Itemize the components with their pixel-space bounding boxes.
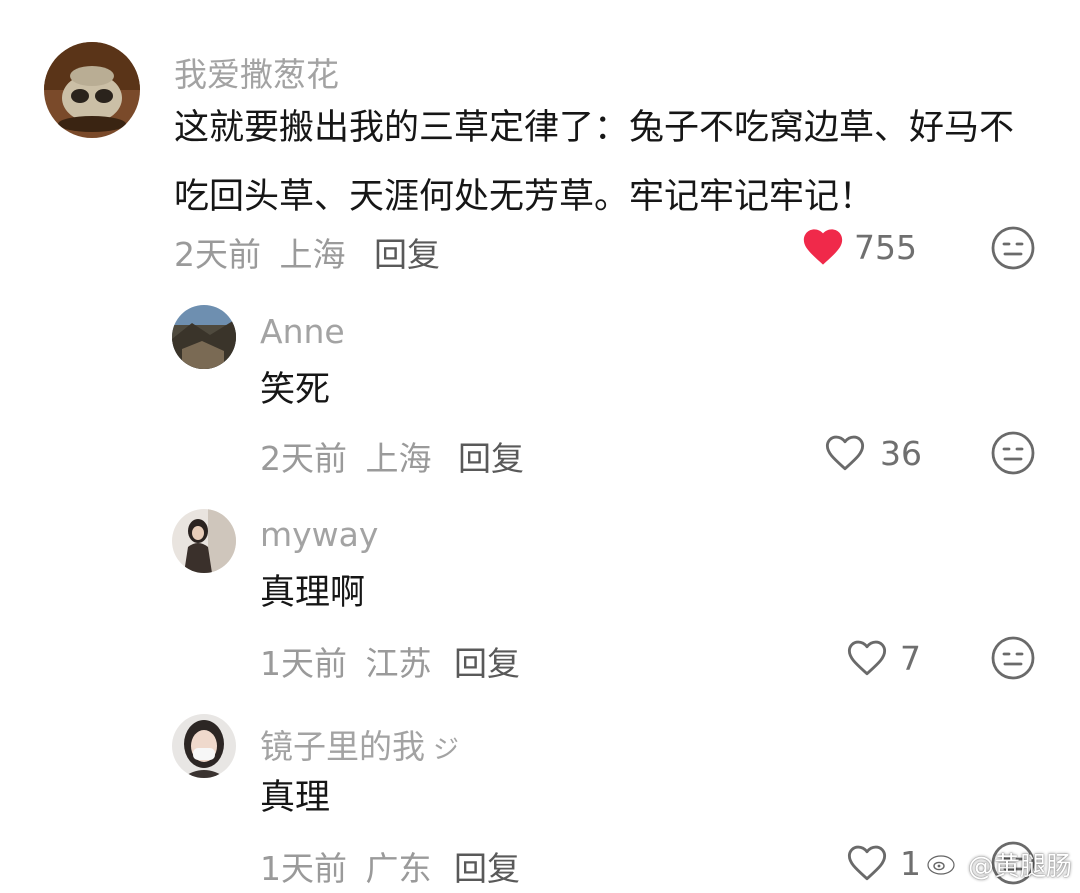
like-button[interactable]: 1 [844, 840, 921, 886]
reply-button[interactable]: 回复 [454, 842, 520, 890]
avatar-image [172, 714, 236, 778]
timestamp: 2天前 [174, 235, 261, 274]
avatar[interactable] [44, 42, 140, 138]
reply-button[interactable]: 回复 [374, 228, 440, 276]
like-count: 36 [880, 433, 922, 473]
comment-text: 笑死 [260, 370, 331, 410]
like-count: 1 [900, 843, 921, 883]
meh-face-icon[interactable] [990, 225, 1036, 271]
avatar[interactable] [172, 305, 236, 369]
watermark-text: @黄腿肠 [967, 852, 1072, 882]
comment-meta: 1天前 江苏 [260, 637, 432, 685]
heart-filled-icon [800, 224, 846, 270]
like-button[interactable]: 7 [844, 635, 921, 681]
comment-item: 我爱撒葱花 这就要搬出我的三草定律了：兔子不吃窝边草、好马不吃回头草、天涯何处无… [0, 0, 1080, 290]
reply-item: myway 真理啊 1天前 江苏 回复 7 [0, 495, 1080, 700]
reply-button[interactable]: 回复 [454, 637, 520, 685]
meh-face-icon[interactable] [990, 635, 1036, 681]
avatar-image [44, 42, 140, 138]
heart-outline-icon [844, 635, 890, 681]
comment-text: 真理 [260, 778, 331, 818]
like-count: 7 [900, 638, 921, 678]
timestamp: 2天前 [260, 439, 347, 478]
location: 江苏 [365, 644, 432, 683]
location: 上海 [279, 235, 346, 274]
comment-text: 这就要搬出我的三草定律了：兔子不吃窝边草、好马不吃回头草、天涯何处无芳草。牢记牢… [174, 108, 1015, 217]
timestamp: 1天前 [260, 644, 347, 683]
avatar[interactable] [172, 509, 236, 573]
location: 上海 [365, 439, 432, 478]
avatar-image [172, 509, 236, 573]
reply-item: Anne 笑死 2天前 上海 回复 36 [0, 290, 1080, 495]
username-text: 镜子里的我 [260, 727, 425, 766]
heart-outline-icon [822, 430, 868, 476]
comment-meta: 1天前 广东 [260, 842, 432, 890]
meh-face-icon[interactable] [990, 430, 1036, 476]
comment-meta: 2天前 上海 [174, 228, 346, 276]
reply-button[interactable]: 回复 [458, 432, 524, 480]
username[interactable]: 镜子里的我ジ [260, 720, 459, 768]
like-button[interactable]: 755 [800, 224, 917, 270]
reply-item: 镜子里的我ジ 真理 1天前 广东 回复 1 [0, 700, 1080, 893]
username[interactable]: myway [260, 515, 378, 554]
username[interactable]: Anne [260, 312, 345, 351]
watermark: @黄腿肠 [926, 846, 1072, 883]
weibo-icon [926, 846, 962, 883]
heart-outline-icon [844, 840, 890, 886]
avatar[interactable] [172, 714, 236, 778]
location: 广东 [365, 849, 432, 888]
like-button[interactable]: 36 [822, 430, 922, 476]
username[interactable]: 我爱撒葱花 [174, 48, 339, 96]
comment-meta: 2天前 上海 [260, 432, 432, 480]
timestamp: 1天前 [260, 849, 347, 888]
username-suffix: ジ [433, 735, 460, 765]
comment-text: 真理啊 [260, 573, 366, 613]
like-count: 755 [854, 227, 917, 267]
avatar-image [172, 305, 236, 369]
